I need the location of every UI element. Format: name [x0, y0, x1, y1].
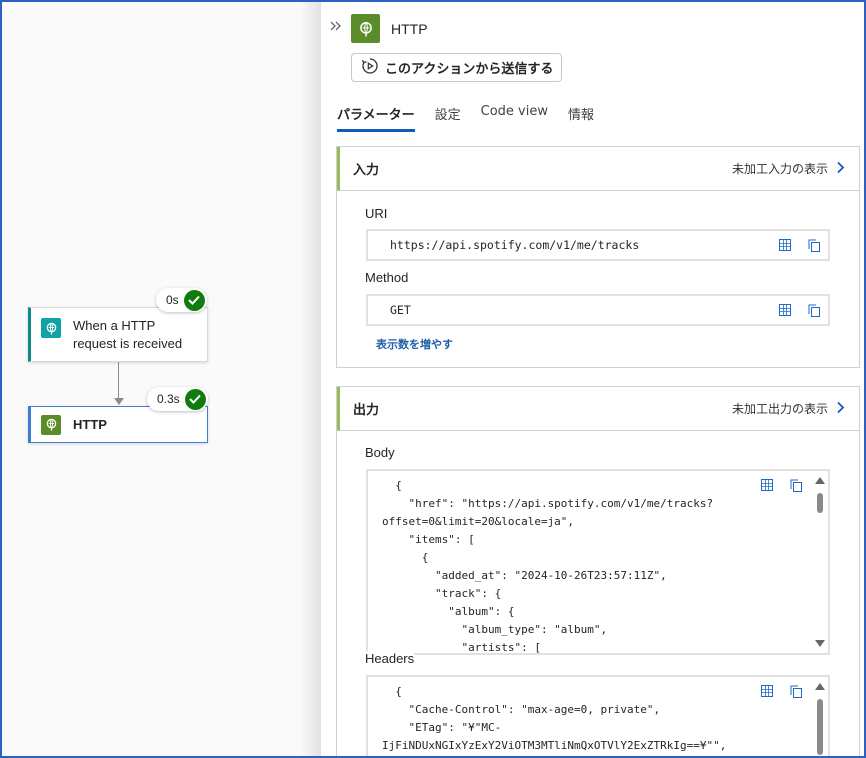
trigger-node[interactable]: When a HTTP request is received — [28, 307, 208, 362]
body-code: { "href": "https://api.spotify.com/v1/me… — [382, 479, 714, 654]
collapse-panel-icon[interactable] — [329, 18, 345, 34]
connector-arrow-icon — [114, 398, 124, 405]
show-raw-outputs-link[interactable]: 未加工出力の表示 — [732, 400, 845, 417]
table-view-icon[interactable] — [777, 302, 793, 318]
body-label: Body — [365, 445, 395, 460]
tab-about[interactable]: 情報 — [568, 104, 594, 132]
tab-settings[interactable]: 設定 — [435, 104, 461, 132]
outputs-section: 出力 未加工出力の表示 Body { "href": "https://api.… — [336, 386, 860, 758]
panel-title: HTTP — [391, 21, 428, 37]
inputs-section: 入力 未加工入力の表示 URI https://api.spotify.com/… — [336, 146, 860, 368]
table-view-icon[interactable] — [759, 683, 775, 699]
copy-icon[interactable] — [788, 683, 804, 699]
method-field[interactable]: GET — [366, 294, 830, 326]
uri-field[interactable]: https://api.spotify.com/v1/me/tracks — [366, 229, 830, 261]
http-icon — [351, 14, 380, 43]
headers-scrollbar[interactable] — [814, 681, 826, 758]
scroll-up-icon[interactable] — [815, 683, 825, 690]
scroll-down-icon[interactable] — [815, 640, 825, 647]
scroll-up-icon[interactable] — [815, 477, 825, 484]
http-request-trigger-icon — [41, 318, 61, 338]
play-circle-icon — [361, 57, 379, 79]
panel-tabs: パラメーター 設定 Code view 情報 — [337, 104, 614, 132]
body-scrollbar[interactable] — [814, 475, 826, 653]
chevron-right-icon — [836, 161, 845, 177]
http-node[interactable]: HTTP — [28, 406, 208, 443]
headers-label: Headers — [365, 651, 415, 666]
scroll-thumb[interactable] — [817, 699, 823, 755]
show-raw-outputs-label: 未加工出力の表示 — [731, 402, 828, 416]
trigger-node-label: When a HTTP request is received — [73, 318, 183, 351]
http-icon — [41, 414, 61, 435]
copy-icon[interactable] — [788, 477, 804, 493]
show-more-link[interactable]: 表示数を増やす — [376, 336, 453, 352]
trigger-status-badge: 0s — [156, 288, 207, 312]
body-code-box[interactable]: { "href": "https://api.spotify.com/v1/me… — [366, 469, 830, 655]
success-check-icon — [183, 289, 205, 311]
table-view-icon[interactable] — [777, 237, 793, 253]
connector-line — [118, 362, 119, 402]
resubmit-from-action-button[interactable]: このアクションから送信する — [351, 53, 562, 82]
http-node-label: HTTP — [73, 416, 107, 432]
outputs-section-header: 出力 未加工出力の表示 — [337, 387, 859, 431]
resubmit-button-label: このアクションから送信する — [385, 62, 554, 77]
uri-value: https://api.spotify.com/v1/me/tracks — [390, 238, 640, 252]
workflow-canvas[interactable]: When a HTTP request is received 0s HTTP … — [0, 0, 320, 758]
uri-label: URI — [365, 206, 388, 221]
table-view-icon[interactable] — [759, 477, 775, 493]
copy-icon[interactable] — [806, 302, 822, 318]
headers-code-box[interactable]: { "Cache-Control": "max-age=0, private",… — [366, 675, 830, 758]
action-details-panel: HTTP このアクションから送信する パラメーター 設定 Code view 情… — [320, 0, 866, 758]
tab-parameters[interactable]: パラメーター — [337, 104, 415, 132]
canvas-edge-shadow — [300, 0, 320, 758]
show-raw-inputs-link[interactable]: 未加工入力の表示 — [732, 160, 845, 177]
tab-code-view[interactable]: Code view — [481, 104, 548, 132]
copy-icon[interactable] — [806, 237, 822, 253]
headers-code: { "Cache-Control": "max-age=0, private",… — [382, 685, 727, 752]
trigger-duration: 0s — [166, 293, 179, 307]
outputs-section-title: 出力 — [353, 403, 380, 418]
method-value: GET — [390, 303, 411, 317]
scroll-thumb[interactable] — [817, 493, 823, 513]
inputs-section-title: 入力 — [353, 163, 380, 178]
chevron-right-icon — [836, 401, 845, 417]
http-status-badge: 0.3s — [147, 387, 208, 411]
inputs-section-header: 入力 未加工入力の表示 — [337, 147, 859, 191]
http-duration: 0.3s — [157, 392, 180, 406]
success-check-icon — [184, 388, 206, 410]
method-label: Method — [365, 270, 409, 285]
show-raw-inputs-label: 未加工入力の表示 — [731, 162, 828, 176]
